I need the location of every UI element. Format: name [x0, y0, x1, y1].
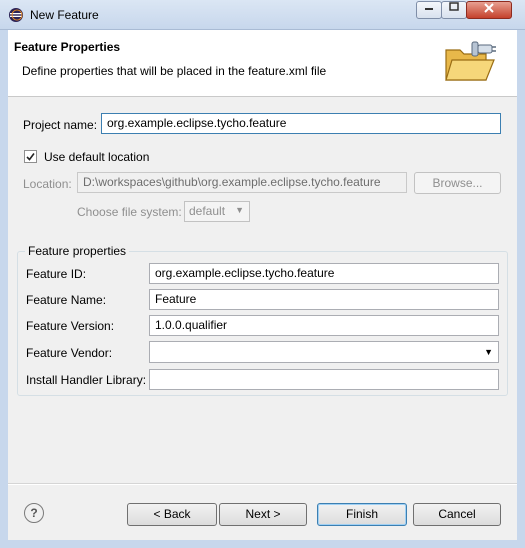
help-icon[interactable]: ? — [24, 503, 44, 523]
maximize-icon — [449, 2, 459, 11]
cancel-button[interactable]: Cancel — [413, 503, 501, 526]
feature-id-label: Feature ID: — [26, 267, 87, 281]
window-frame-right — [517, 30, 525, 548]
file-system-select[interactable]: default ▼ — [184, 201, 250, 222]
location-input[interactable]: D:\workspaces\github\org.example.eclipse… — [77, 172, 407, 193]
install-handler-input[interactable] — [149, 369, 499, 390]
project-name-input[interactable]: org.example.eclipse.tycho.feature — [101, 113, 501, 134]
file-system-label: Choose file system: — [77, 205, 182, 219]
title-bar: New Feature — [0, 0, 525, 30]
page-title: Feature Properties — [14, 40, 121, 54]
checkmark-icon — [26, 153, 35, 161]
finish-button[interactable]: Finish — [317, 503, 407, 526]
use-default-location-label: Use default location — [44, 150, 150, 164]
feature-vendor-label: Feature Vendor: — [26, 346, 113, 360]
window-frame-bottom — [0, 540, 525, 548]
minimize-icon — [425, 8, 433, 10]
window-title: New Feature — [30, 8, 99, 22]
next-button[interactable]: Next > — [219, 503, 307, 526]
location-label: Location: — [23, 177, 72, 191]
page-description: Define properties that will be placed in… — [22, 64, 327, 78]
install-handler-label: Install Handler Library: — [26, 373, 147, 387]
feature-properties-group-title: Feature properties — [25, 244, 130, 258]
feature-id-input[interactable]: org.example.eclipse.tycho.feature — [149, 263, 499, 284]
dropdown-arrow-icon[interactable]: ▼ — [484, 347, 493, 357]
back-button[interactable]: < Back — [127, 503, 217, 526]
file-system-value: default — [189, 204, 226, 218]
footer-separator — [8, 483, 517, 485]
project-name-label: Project name: — [23, 118, 98, 132]
maximize-button[interactable] — [441, 1, 467, 19]
use-default-location-checkbox[interactable] — [24, 150, 37, 163]
feature-vendor-combo[interactable]: ▼ — [149, 341, 499, 363]
minimize-button[interactable] — [416, 1, 442, 19]
eclipse-icon — [9, 8, 23, 22]
feature-version-label: Feature Version: — [26, 319, 115, 333]
wizard-header: Feature Properties Define properties tha… — [8, 30, 517, 97]
close-icon — [484, 3, 494, 13]
dropdown-arrow-icon: ▼ — [235, 205, 244, 215]
feature-name-label: Feature Name: — [26, 293, 107, 307]
folder-plug-icon — [445, 41, 496, 81]
close-button[interactable] — [466, 1, 512, 19]
feature-name-input[interactable]: Feature — [149, 289, 499, 310]
window-frame-left — [0, 30, 8, 548]
feature-version-input[interactable]: 1.0.0.qualifier — [149, 315, 499, 336]
browse-button[interactable]: Browse... — [414, 172, 501, 194]
